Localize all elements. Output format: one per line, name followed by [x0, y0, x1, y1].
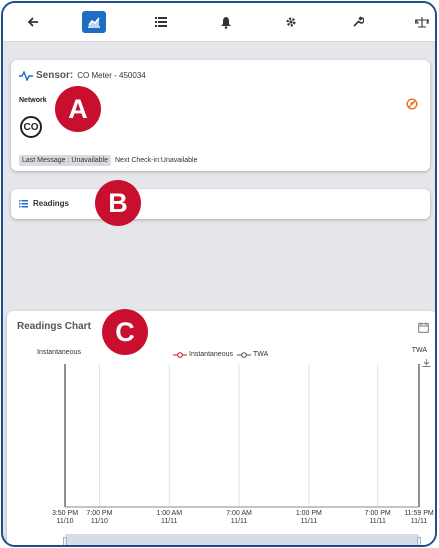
sensor-title-label: Sensor:	[36, 70, 74, 81]
checkin-status: Last Message : Unavailable Next Check-in…	[19, 155, 197, 166]
sensor-name: CO Meter - 450034	[77, 71, 146, 80]
next-checkin-text: Next Check-in:Unavailable	[115, 157, 198, 164]
app-frame: Sensor: CO Meter - 450034 Network CO Las…	[1, 1, 437, 547]
readings-card[interactable]: Readings	[11, 189, 430, 219]
list-icon[interactable]	[149, 11, 173, 33]
sensor-header: Sensor: CO Meter - 450034	[19, 70, 146, 81]
chart-icon[interactable]	[82, 11, 106, 33]
x-tick-time: 11:59 PM	[404, 510, 434, 517]
readings-header: Readings	[19, 199, 69, 208]
range-handle-left[interactable]	[63, 537, 67, 545]
x-tick-date: 11/10	[90, 518, 108, 525]
x-tick-label: 11:59 PM 11/11	[401, 510, 435, 526]
last-message-badge: Last Message : Unavailable	[19, 155, 111, 166]
range-slider[interactable]	[63, 534, 421, 545]
readings-title: Readings	[33, 199, 70, 208]
x-tick-time: 3:50 PM	[51, 510, 79, 517]
gear-icon[interactable]	[279, 11, 303, 33]
co-sensor-icon: CO	[20, 116, 42, 138]
x-tick-time: 1:00 AM	[156, 510, 183, 517]
alert-off-icon[interactable]	[406, 97, 418, 115]
x-tick-label: 7:00 PM 11/11	[360, 510, 396, 526]
callout-badge-c: C	[102, 309, 148, 355]
x-tick-date: 11/11	[160, 518, 178, 525]
callout-badge-b: B	[95, 180, 141, 226]
x-tick-time: 7:00 PM	[86, 510, 113, 517]
x-tick-date: 11/11	[410, 518, 428, 525]
notification-bell-icon[interactable]	[214, 11, 238, 33]
x-tick-date: 11/11	[230, 518, 248, 525]
x-tick-label: 1:00 PM 11/11	[291, 510, 327, 526]
x-tick-time: 1:00 PM	[295, 510, 322, 517]
list-icon	[19, 199, 28, 207]
wrench-icon[interactable]	[346, 11, 370, 33]
x-tick-date: 11/11	[369, 518, 386, 525]
x-tick-label: 3:50 PM 11/10	[47, 510, 83, 526]
pulse-icon	[19, 70, 33, 81]
x-tick-time: 7:00 PM	[364, 510, 391, 517]
x-tick-label: 1:00 AM 11/11	[151, 510, 187, 526]
scale-icon[interactable]	[410, 11, 434, 33]
top-nav	[3, 3, 435, 42]
x-tick-label: 7:00 AM 11/11	[221, 510, 257, 526]
range-handle-right[interactable]	[417, 537, 421, 545]
back-arrow-icon[interactable]	[21, 11, 45, 33]
x-tick-time: 7:00 AM	[226, 510, 252, 517]
x-tick-date: 11/10	[56, 518, 74, 525]
readings-chart-card: Readings Chart Instantaneous TWA Instant…	[7, 311, 435, 545]
callout-badge-a: A	[55, 86, 101, 132]
co-icon-text: CO	[23, 121, 39, 133]
x-tick-label: 7:00 PM 11/10	[81, 510, 117, 526]
x-tick-date: 11/11	[300, 518, 318, 525]
network-label: Network	[19, 97, 47, 104]
